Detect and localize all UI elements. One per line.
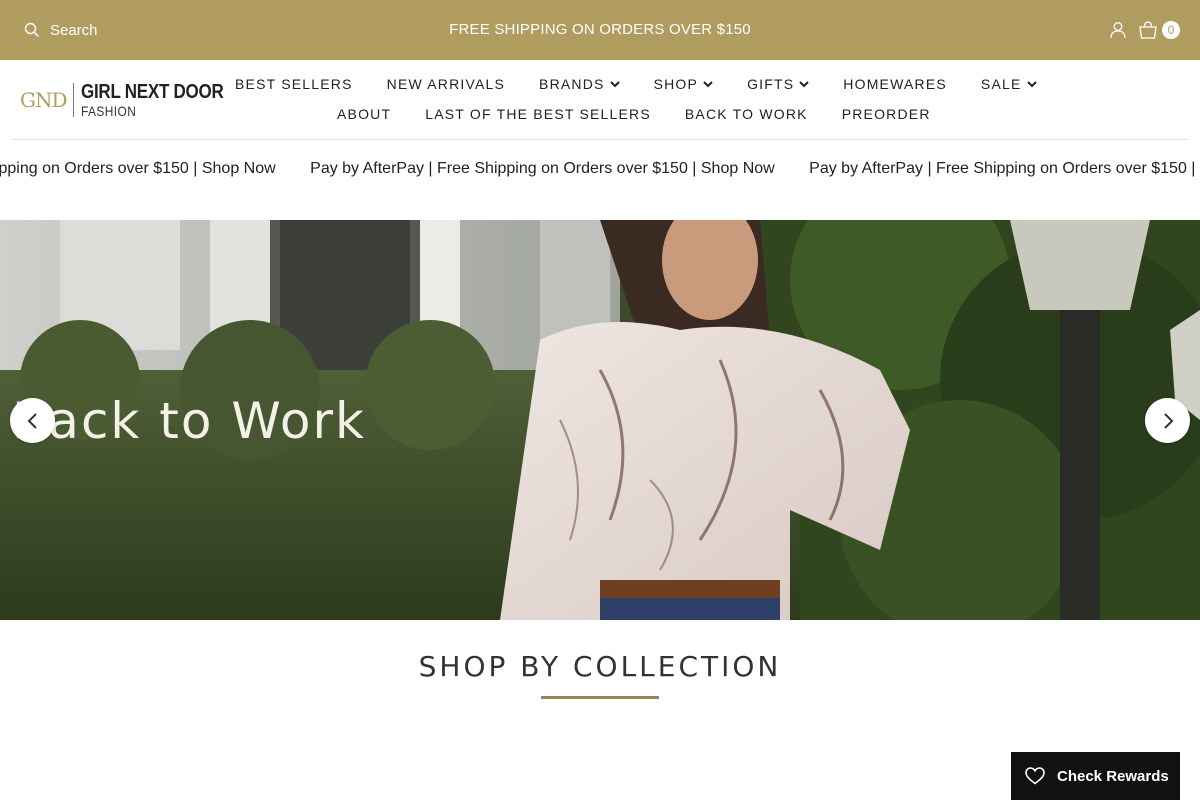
section-heading: SHOP BY COLLECTION: [418, 650, 782, 683]
rewards-label: Check Rewards: [1057, 767, 1169, 785]
cart-count-badge: 0: [1162, 21, 1180, 39]
chevron-right-icon: [1163, 412, 1173, 429]
marquee-item[interactable]: Free Shipping on Orders over $150 | Shop…: [0, 160, 276, 177]
search-icon: [24, 22, 39, 37]
cart-button[interactable]: 0: [1138, 21, 1180, 39]
site-logo[interactable]: GND GIRL NEXT DOOR FASHION: [20, 82, 248, 118]
check-rewards-button[interactable]: Check Rewards: [1011, 752, 1180, 800]
announcement-bar: Search FREE SHIPPING ON ORDERS OVER $150…: [0, 0, 1200, 60]
nav-sale[interactable]: SALE: [981, 76, 1037, 92]
marquee-item[interactable]: Pay by AfterPay | Free Shipping on Order…: [310, 160, 775, 177]
user-icon: [1110, 22, 1126, 39]
heart-icon: [1025, 767, 1045, 785]
search-label: Search: [50, 21, 98, 39]
slideshow-next-button[interactable]: [1145, 398, 1190, 443]
promo-marquee: Free Shipping on Orders over $150 | Shop…: [0, 140, 1200, 220]
hero-slideshow[interactable]: Back to Work: [0, 220, 1200, 620]
search-trigger[interactable]: Search: [24, 0, 98, 60]
chevron-down-icon: [799, 81, 810, 88]
logo-monogram: GND: [20, 88, 68, 112]
logo-divider: [72, 83, 74, 117]
chevron-left-icon: [27, 412, 37, 429]
chevron-down-icon: [1026, 81, 1037, 88]
section-heading-underline: [541, 696, 659, 699]
nav-about[interactable]: ABOUT: [337, 106, 391, 122]
announcement-text[interactable]: FREE SHIPPING ON ORDERS OVER $150: [449, 21, 751, 38]
nav-back-to-work[interactable]: BACK TO WORK: [685, 106, 808, 122]
nav-last-of-best-sellers[interactable]: LAST OF THE BEST SELLERS: [425, 106, 651, 122]
chevron-down-icon: [609, 81, 620, 88]
logo-name: GIRL NEXT DOOR: [80, 81, 224, 103]
hero-title[interactable]: Back to Work: [12, 392, 366, 450]
shopping-bag-icon: [1139, 21, 1157, 39]
nav-homewares[interactable]: HOMEWARES: [843, 76, 947, 92]
slideshow-prev-button[interactable]: [10, 398, 55, 443]
main-nav-row-1: BEST SELLERS NEW ARRIVALS BRANDS SHOP GI…: [235, 76, 1071, 92]
main-nav-row-2: ABOUT LAST OF THE BEST SELLERS BACK TO W…: [337, 106, 965, 122]
nav-brands[interactable]: BRANDS: [539, 76, 620, 92]
nav-gifts[interactable]: GIFTS: [747, 76, 810, 92]
chevron-down-icon: [703, 81, 713, 88]
nav-shop[interactable]: SHOP: [654, 76, 713, 92]
nav-best-sellers[interactable]: BEST SELLERS: [235, 76, 353, 92]
logo-tagline: FASHION: [80, 103, 136, 119]
account-button[interactable]: [1108, 20, 1128, 40]
site-header: GND GIRL NEXT DOOR FASHION BEST SELLERS …: [0, 60, 1200, 140]
nav-preorder[interactable]: PREORDER: [842, 106, 931, 122]
marquee-item[interactable]: Pay by AfterPay | Free Shipping on Order…: [809, 160, 1200, 177]
nav-new-arrivals[interactable]: NEW ARRIVALS: [387, 76, 505, 92]
